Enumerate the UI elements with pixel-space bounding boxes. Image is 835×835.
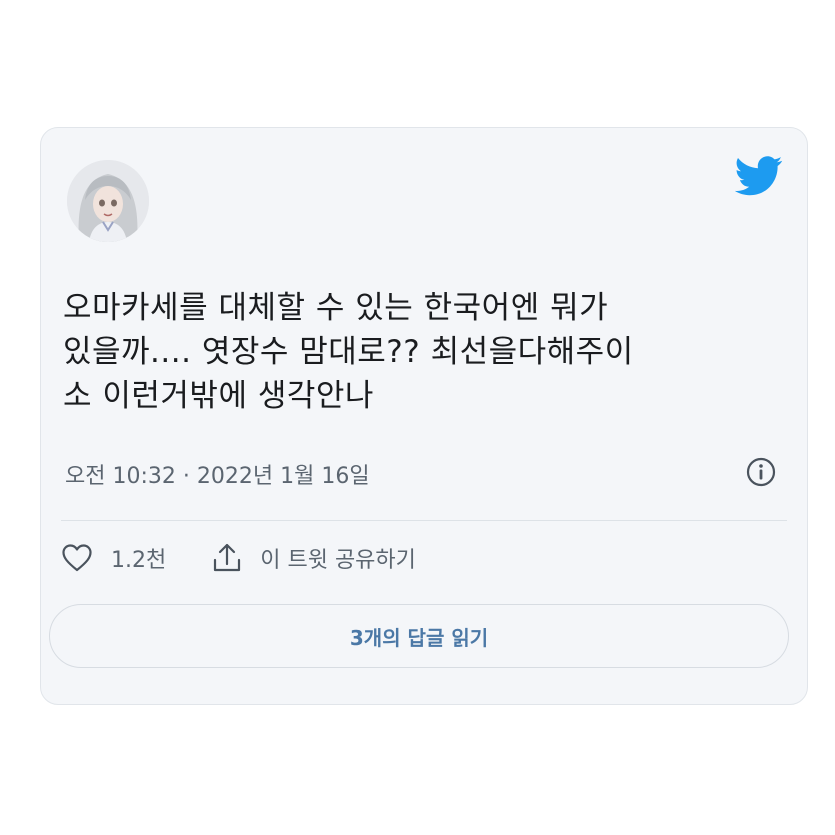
like-button[interactable]: 1.2천 bbox=[61, 542, 166, 574]
avatar[interactable] bbox=[67, 160, 149, 242]
twitter-bird-icon bbox=[735, 156, 783, 196]
tweet-card: 오마카세를 대체할 수 있는 한국어엔 뭐가 있을까.... 엿장수 맘대로??… bbox=[40, 127, 808, 705]
tweet-actions: 1.2천 이 트윗 공유하기 bbox=[61, 538, 416, 578]
tweet-date: 2022년 1월 16일 bbox=[196, 464, 370, 489]
tweet-text: 오마카세를 대체할 수 있는 한국어엔 뭐가 있을까.... 엿장수 맘대로??… bbox=[63, 286, 777, 418]
tweet-text-line: 오마카세를 대체할 수 있는 한국어엔 뭐가 bbox=[63, 290, 609, 326]
read-replies-button[interactable]: 3개의 답글 읽기 bbox=[49, 604, 789, 668]
like-count: 1.2천 bbox=[111, 548, 167, 573]
tweet-timestamp[interactable]: 오전 10:32 · 2022년 1월 16일 bbox=[65, 458, 370, 490]
tweet-text-line: 있을까.... 엿장수 맘대로?? 최선을다해주이 bbox=[63, 334, 634, 370]
share-label: 이 트윗 공유하기 bbox=[260, 548, 416, 573]
share-button[interactable]: 이 트윗 공유하기 bbox=[212, 542, 416, 574]
meta-separator: · bbox=[182, 464, 190, 489]
divider bbox=[61, 520, 787, 521]
read-replies-label: 3개의 답글 읽기 bbox=[349, 625, 489, 650]
share-icon bbox=[214, 543, 241, 572]
avatar-image bbox=[67, 160, 149, 242]
tweet-time: 오전 10:32 bbox=[65, 464, 176, 489]
tweet-text-line: 소 이런거밖에 생각안나 bbox=[63, 378, 374, 414]
info-icon[interactable] bbox=[745, 456, 777, 488]
heart-icon bbox=[62, 544, 92, 572]
